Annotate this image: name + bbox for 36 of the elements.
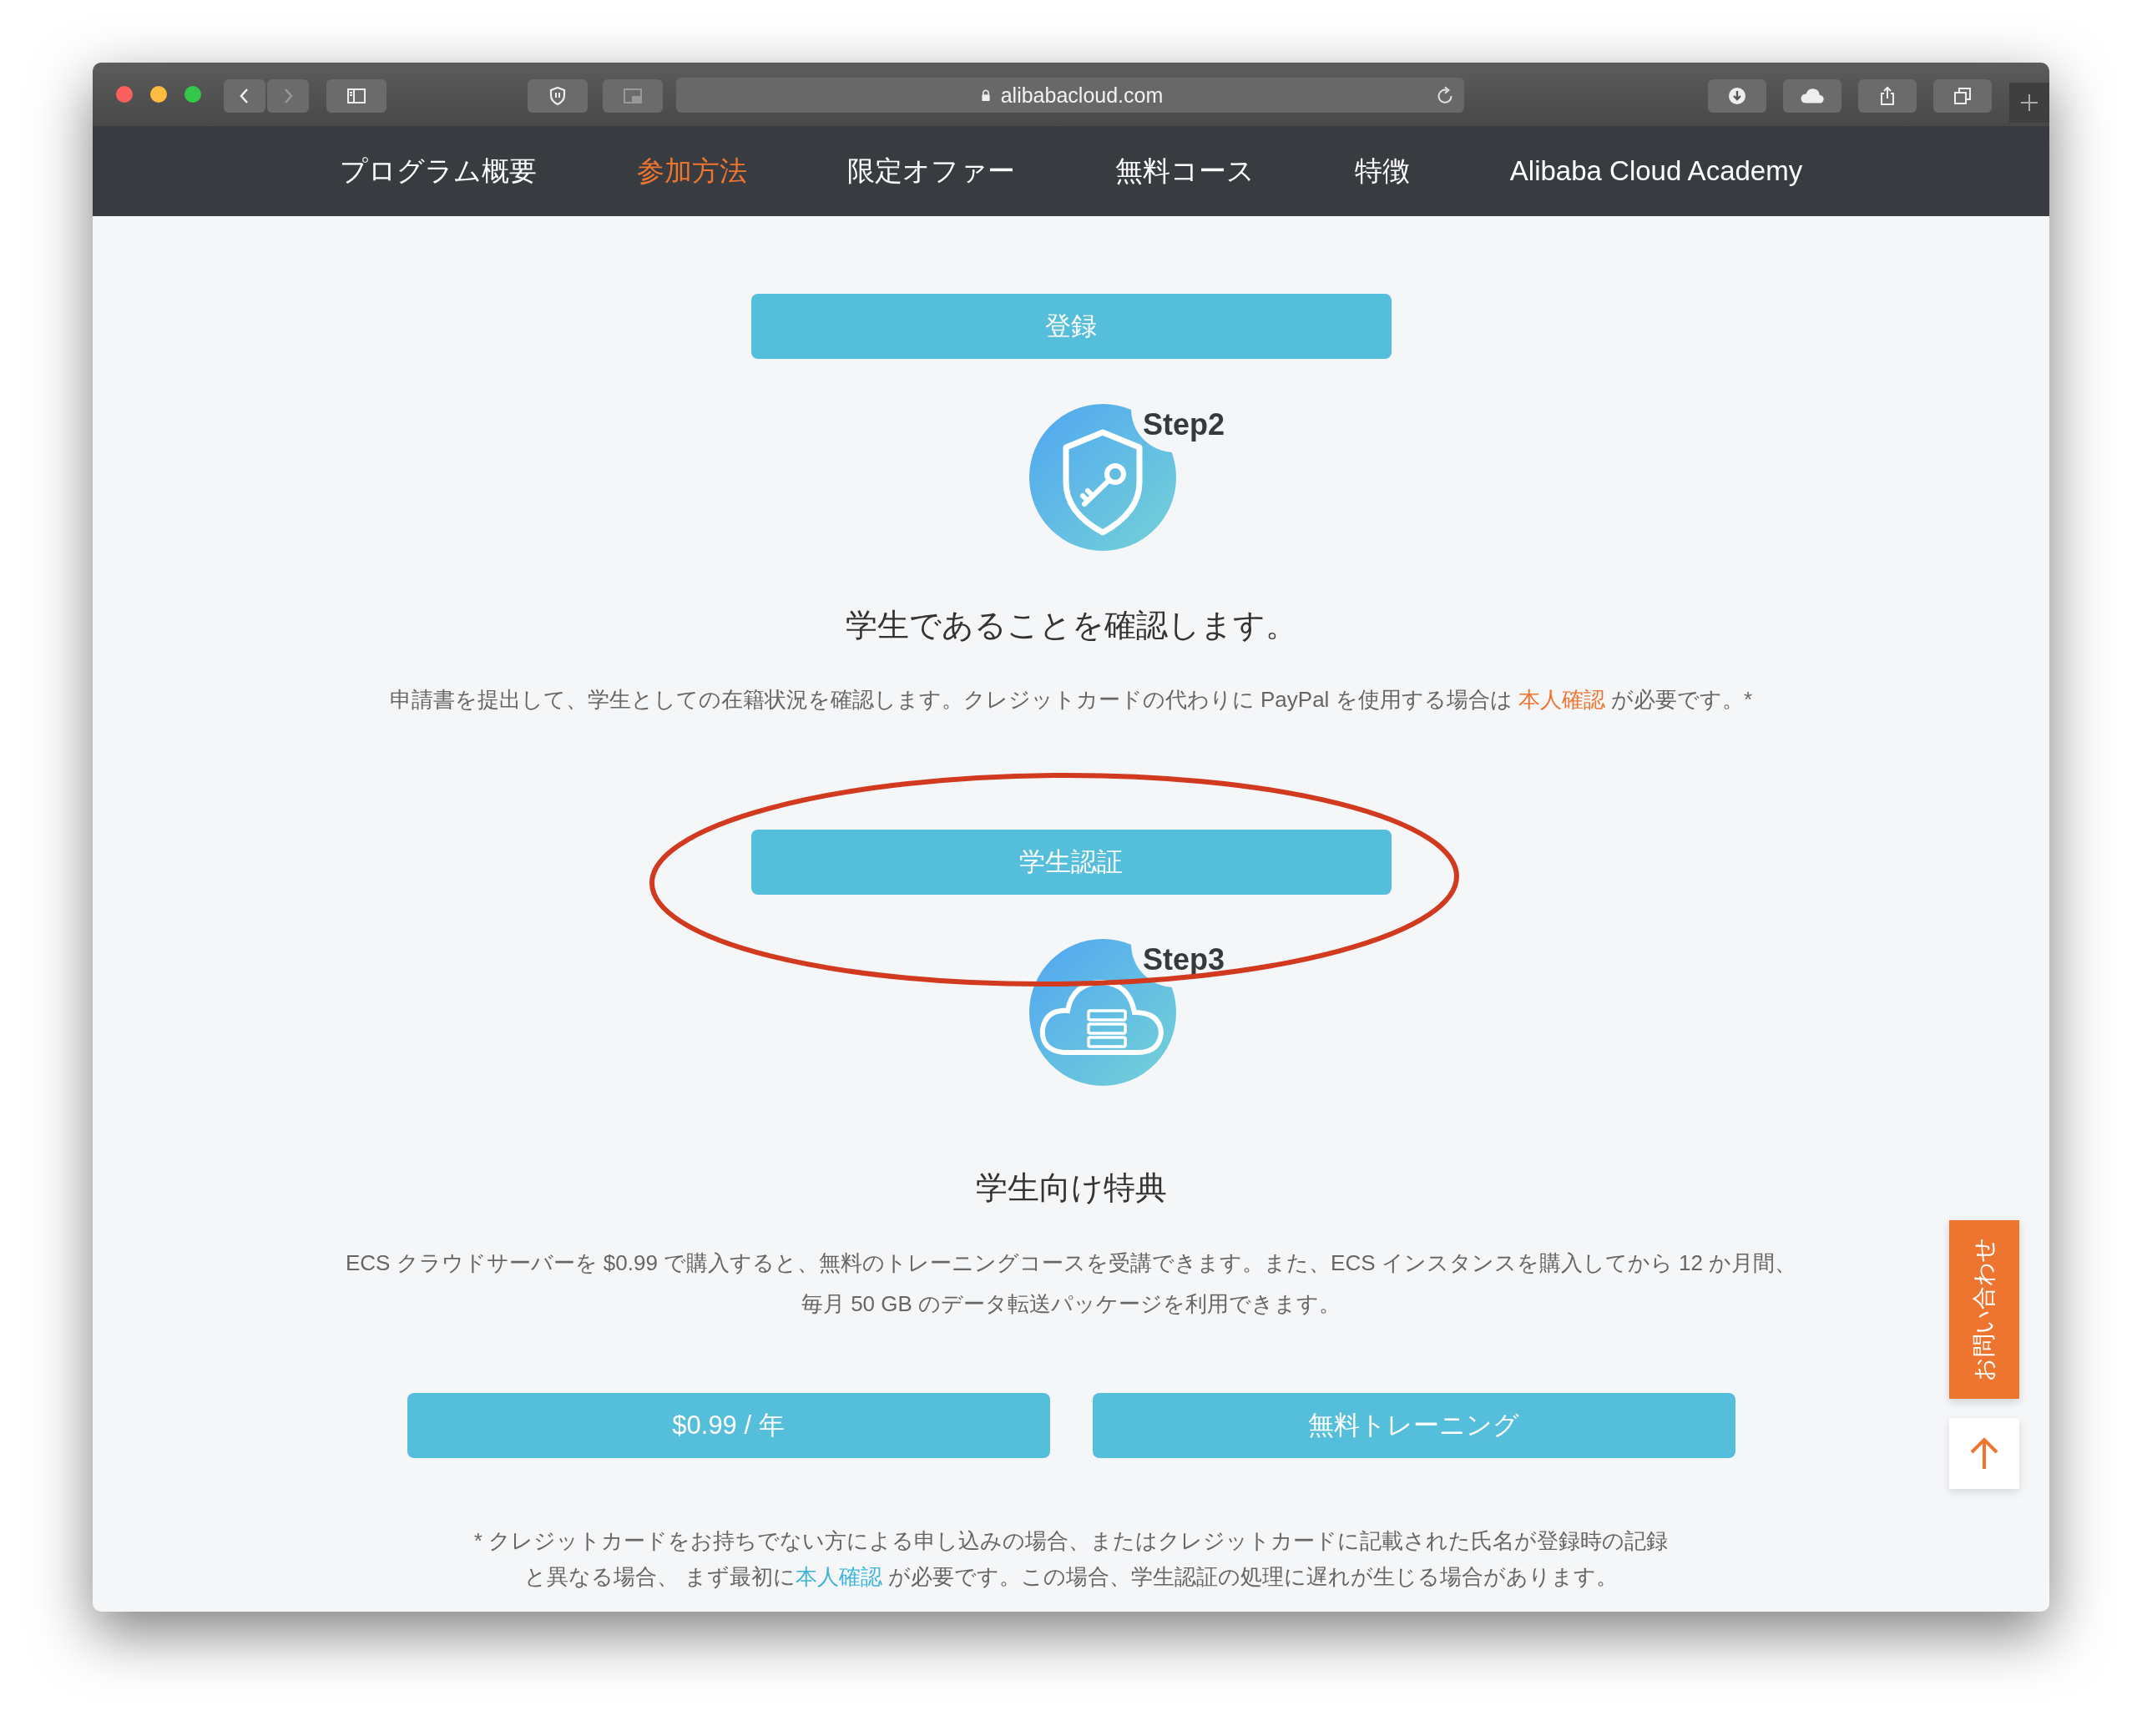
zoom-button[interactable]: [184, 86, 201, 103]
minimize-button[interactable]: [150, 86, 167, 103]
close-button[interactable]: [116, 86, 133, 103]
description-text: ECS クラウドサーバーを $0.99 で購入すると、無料のトレーニングコースを受講できます。また、ECS インスタンスを購入してから 12 か月間、 毎月 50 GB のデータ転送パッケージを利用できます。: [345, 1249, 1797, 1318]
share-button[interactable]: [1858, 79, 1917, 113]
tabs-button[interactable]: [1933, 79, 1992, 113]
nav-link[interactable]: 参加方法: [636, 152, 747, 190]
tabs-icon: [1952, 85, 1973, 107]
price-button[interactable]: $0.99 / 年: [407, 1393, 1050, 1458]
back-button[interactable]: [224, 79, 265, 113]
contact-tab[interactable]: お問い合わせ: [1949, 1220, 2019, 1399]
back-to-top-button[interactable]: [1949, 1418, 2019, 1489]
identity-link[interactable]: 本人確認: [1518, 687, 1605, 712]
nav-link[interactable]: Alibaba Cloud Academy: [1509, 155, 1803, 187]
section-heading: 学生向け特典: [975, 1169, 1167, 1207]
description-text: 申請書を提出して、学生としての在籍状況を確認します。クレジットカードの代わりに PayPal を使用する場合は 本人確認 が必要です。*: [389, 686, 1753, 714]
footnote-text: * クレジットカードをお持ちでない方による申し込みの場合、またはクレジットカードに記載された氏名が登録時の記録 と異なる場合、 まず最初に本人確認 が必要です。この場合、学生認証の処理に遅れが生じる場合があります。: [473, 1527, 1669, 1591]
nav-link[interactable]: 無料コース: [1114, 152, 1255, 190]
url-text: alibabacloud.com: [1000, 83, 1164, 108]
download-button[interactable]: [1708, 79, 1766, 113]
nav-link[interactable]: プログラム概要: [339, 152, 537, 190]
cloud-button[interactable]: [1783, 79, 1841, 113]
step-label: Step2: [1143, 407, 1225, 442]
new-tab-button[interactable]: [2009, 83, 2049, 123]
register-button[interactable]: 登録: [750, 294, 1392, 359]
sidebar-button[interactable]: [326, 79, 386, 113]
identity-link[interactable]: 本人確認: [796, 1564, 882, 1589]
nav-link[interactable]: 特徴: [1354, 152, 1410, 190]
student-verify-button[interactable]: 学生認証: [750, 830, 1392, 895]
step-label: Step3: [1143, 942, 1225, 977]
shield-button[interactable]: [528, 79, 588, 113]
training-button[interactable]: 無料トレーニング: [1092, 1393, 1735, 1458]
address-bar[interactable]: alibabacloud.com: [676, 78, 1464, 113]
section-heading: 学生であることを確認します。: [845, 607, 1297, 644]
nav-link[interactable]: 限定オファー: [846, 152, 1015, 190]
download-icon: [1726, 85, 1748, 107]
